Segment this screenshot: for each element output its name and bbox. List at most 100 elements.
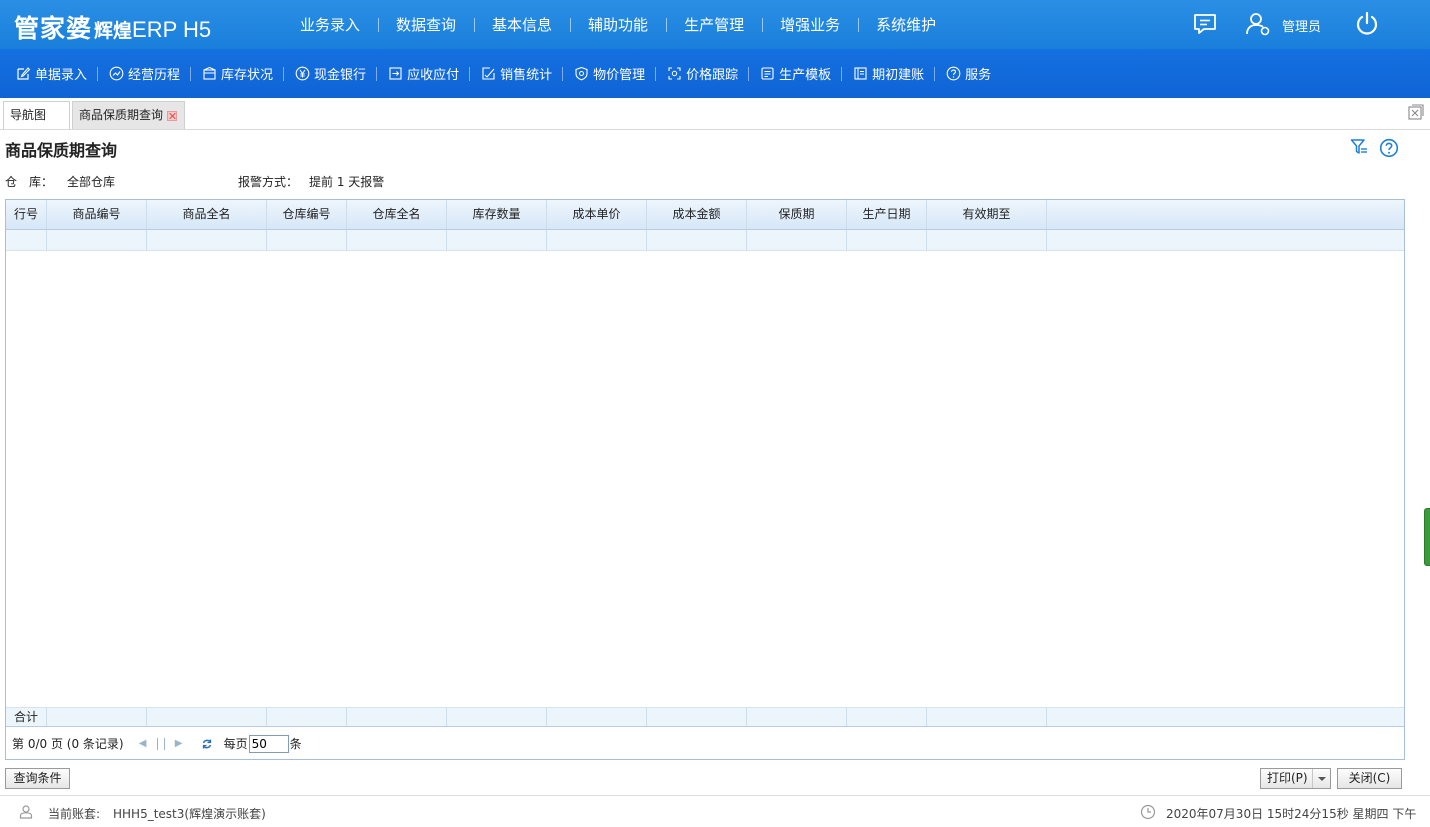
quick-item-inventory[interactable]: 库存状况 (190, 64, 283, 83)
quick-item-label: 服务 (965, 68, 992, 83)
close-button[interactable]: 关闭(C) (1337, 768, 1402, 789)
quick-item-cash-bank[interactable]: 现金银行 (283, 64, 376, 83)
ledger-icon (389, 67, 402, 80)
grid-pager: 第 0/0 页 (0 条记录) ◀ ▶ 每页 条 (6, 728, 1404, 759)
total-label: 合计 (6, 708, 47, 726)
next-page-button[interactable]: ▶ (173, 738, 185, 750)
filter-settings-icon[interactable] (1350, 138, 1368, 156)
quick-item-label: 应收应付 (407, 68, 460, 83)
checklist-icon (482, 67, 495, 80)
clock-icon (1140, 804, 1156, 820)
quick-toolbar: 单据录入 经营历程 库存状况 现金银行 应收应付 销售统计 物价管理 价格跟踪 … (0, 49, 1430, 98)
column-header-row-number[interactable]: 行号 (6, 200, 47, 229)
quick-item-label: 价格跟踪 (686, 68, 739, 83)
help-icon[interactable] (1379, 138, 1399, 158)
quick-item-opening-accounts[interactable]: 期初建账 (841, 64, 934, 83)
status-bar: 当前账套: HHH5_test3(辉煌演示账套) 2020年07月30日 15时… (0, 795, 1430, 827)
tab-label: 导航图 (10, 108, 47, 122)
quick-item-label: 销售统计 (500, 68, 553, 83)
column-header-warehouse-name[interactable]: 仓库全名 (347, 200, 447, 229)
quick-item-label: 现金银行 (314, 68, 367, 83)
current-datetime: 2020年07月30日 15时24分15秒 星期四 下午 (1166, 807, 1417, 821)
column-header-unit-cost[interactable]: 成本单价 (547, 200, 647, 229)
book-icon (854, 67, 867, 80)
current-account-value: HHH5_test3(辉煌演示账套) (113, 807, 266, 821)
column-header-product-code[interactable]: 商品编号 (47, 200, 147, 229)
column-header-shelf-life[interactable]: 保质期 (747, 200, 847, 229)
per-page-input[interactable] (248, 734, 289, 753)
tab-navigation-map[interactable]: 导航图 (3, 101, 70, 129)
shield-icon (575, 66, 588, 81)
menu-item-aux-functions[interactable]: 辅助功能 (570, 14, 666, 35)
user-icon[interactable] (1245, 11, 1271, 37)
query-conditions-button[interactable]: 查询条件 (5, 768, 70, 789)
logo-sub-text: 辉煌 (94, 20, 133, 42)
template-icon (761, 67, 774, 80)
tab-shelf-life-query[interactable]: 商品保质期查询 (72, 101, 185, 129)
yuan-icon (295, 66, 310, 81)
message-icon[interactable] (1192, 12, 1218, 36)
print-dropdown-arrow-icon[interactable] (1312, 769, 1330, 788)
grid-header-row: 行号 商品编号 商品全名 仓库编号 仓库全名 库存数量 成本单价 成本金额 保质… (6, 200, 1404, 230)
help-circle-icon (946, 66, 961, 81)
quick-item-label: 经营历程 (128, 68, 181, 83)
quick-item-receivable-payable[interactable]: 应收应付 (376, 64, 469, 83)
warehouse-label: 仓 库： (5, 175, 54, 189)
edit-icon (17, 67, 31, 80)
quick-item-business-history[interactable]: 经营历程 (97, 64, 190, 83)
refresh-icon[interactable] (201, 738, 213, 750)
column-header-stock-qty[interactable]: 库存数量 (447, 200, 547, 229)
quick-item-label: 期初建账 (872, 68, 925, 83)
account-icon (19, 805, 33, 819)
quick-item-price-tracking[interactable]: 价格跟踪 (655, 64, 748, 83)
menu-item-enhanced[interactable]: 增强业务 (762, 14, 858, 35)
tab-close-icon[interactable] (167, 111, 177, 121)
column-header-production-date[interactable]: 生产日期 (847, 200, 927, 229)
quick-item-service[interactable]: 服务 (934, 64, 1001, 83)
logo-main-text: 管家婆 (14, 14, 93, 43)
page-info: 第 0/0 页 (0 条记录) (12, 737, 124, 751)
warehouse-icon (203, 66, 216, 80)
quick-item-label: 单据录入 (35, 68, 88, 83)
tab-label: 商品保质期查询 (79, 108, 164, 122)
per-page-label: 每页 (223, 737, 248, 751)
first-page-button[interactable]: ◀ (137, 738, 149, 750)
current-account-label: 当前账套: (48, 807, 101, 821)
data-grid: 行号 商品编号 商品全名 仓库编号 仓库全名 库存数量 成本单价 成本金额 保质… (5, 199, 1405, 760)
quick-item-bill-entry[interactable]: 单据录入 (8, 64, 97, 83)
menu-item-data-query[interactable]: 数据查询 (378, 14, 474, 35)
column-header-cost-amount[interactable]: 成本金额 (647, 200, 747, 229)
menu-item-basic-info[interactable]: 基本信息 (474, 14, 570, 35)
column-header-expiry-date[interactable]: 有效期至 (927, 200, 1047, 229)
side-panel-handle[interactable] (1424, 508, 1430, 566)
menu-item-business-entry[interactable]: 业务录入 (282, 14, 378, 35)
grid-empty-row[interactable] (6, 230, 1404, 251)
warehouse-value: 全部仓库 (67, 175, 116, 189)
column-header-warehouse-code[interactable]: 仓库编号 (267, 200, 347, 229)
quick-item-label: 库存状况 (221, 68, 274, 83)
menu-item-production[interactable]: 生产管理 (666, 14, 762, 35)
logo-erp-text: ERP H5 (132, 17, 212, 42)
tab-strip: 导航图 商品保质期查询 (0, 98, 1430, 130)
power-icon[interactable] (1354, 11, 1380, 37)
column-header-product-name[interactable]: 商品全名 (147, 200, 267, 229)
print-button-label: 打印(P) (1267, 771, 1308, 785)
quick-item-label: 物价管理 (593, 68, 646, 83)
pager-divider (156, 737, 158, 750)
pager-divider (163, 737, 165, 750)
alert-mode-value: 提前 1 天报警 (309, 175, 385, 189)
quick-item-price-management[interactable]: 物价管理 (562, 64, 655, 83)
grid-total-row: 合计 (6, 707, 1404, 727)
page-title: 商品保质期查询 (5, 141, 118, 160)
scan-icon (668, 67, 681, 80)
menu-item-system[interactable]: 系统维护 (858, 14, 954, 35)
quick-item-sales-stats[interactable]: 销售统计 (469, 64, 562, 83)
alert-mode-label: 报警方式： (238, 175, 299, 189)
print-button[interactable]: 打印(P) (1260, 768, 1331, 789)
current-user-name[interactable]: 管理员 (1282, 16, 1321, 35)
quick-item-production-template[interactable]: 生产模板 (748, 64, 841, 83)
per-page-unit: 条 (289, 737, 302, 751)
quick-item-label: 生产模板 (779, 68, 832, 83)
close-all-tabs-icon[interactable] (1407, 103, 1425, 121)
top-header: 管家婆 辉煌 ERP H5 业务录入 数据查询 基本信息 辅助功能 生产管理 增… (0, 0, 1430, 49)
